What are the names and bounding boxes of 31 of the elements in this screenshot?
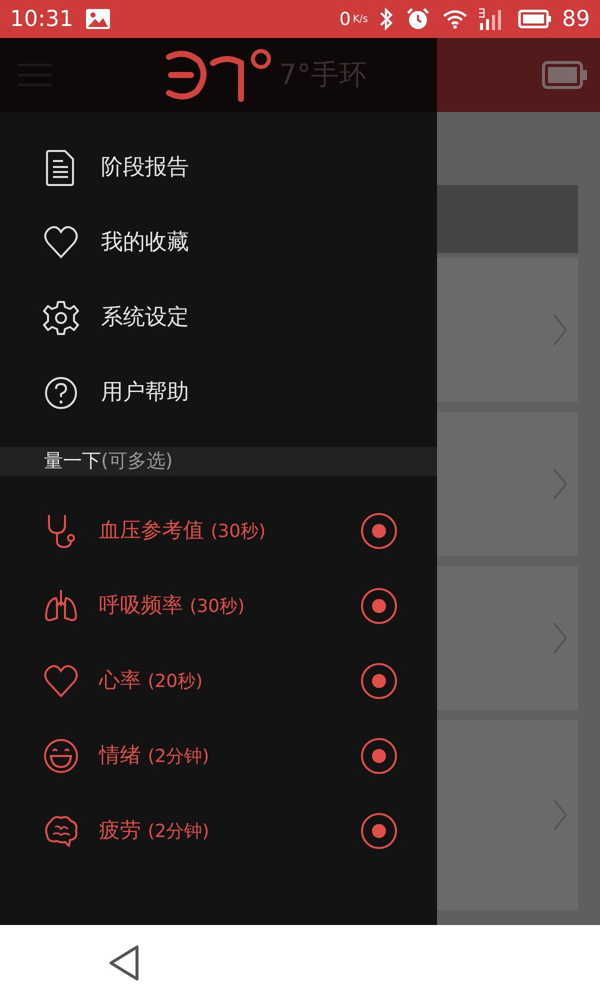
radio-button[interactable] [361, 738, 397, 774]
radio-button[interactable] [361, 662, 397, 698]
measure-item[interactable]: 血压参考值 (30秒) [0, 493, 437, 568]
battery-icon[interactable] [542, 61, 588, 89]
measure-item[interactable]: 心率 (20秒) [0, 643, 437, 718]
drawer-menu-item[interactable]: 系统设定 [0, 280, 437, 355]
wifi-icon [442, 9, 468, 29]
settings-icon [43, 298, 79, 336]
measure-item[interactable]: 疲劳 (2分钟) [0, 793, 437, 868]
measure-item[interactable]: 呼吸频率 (30秒) [0, 568, 437, 643]
image-icon [85, 8, 112, 30]
back-icon[interactable] [108, 944, 140, 980]
measure-item[interactable]: 情绪 (2分钟) [0, 718, 437, 793]
drawer-menu-item[interactable]: 阶段报告 [0, 130, 437, 205]
lungs-icon [43, 588, 79, 624]
section-hint: (可多选) [101, 449, 173, 474]
battery-percent: 89 [562, 6, 590, 34]
network-speed: 0 [339, 8, 351, 32]
network-speed-unit: K/s [352, 12, 368, 26]
drawer-menu-item[interactable]: 用户帮助 [0, 355, 437, 430]
clock-time: 10:31 [10, 6, 74, 34]
radio-button[interactable] [361, 512, 397, 548]
radio-button[interactable] [361, 812, 397, 848]
drawer-menu-item[interactable]: 我的收藏 [0, 205, 437, 280]
section-title: 量一下 [44, 449, 101, 474]
radio-button[interactable] [361, 588, 397, 624]
alarm-clock-icon [406, 7, 430, 31]
heart-icon [43, 662, 79, 698]
bluetooth-icon [378, 7, 394, 31]
battery-level-icon [518, 9, 552, 29]
smiley-icon [43, 738, 79, 774]
